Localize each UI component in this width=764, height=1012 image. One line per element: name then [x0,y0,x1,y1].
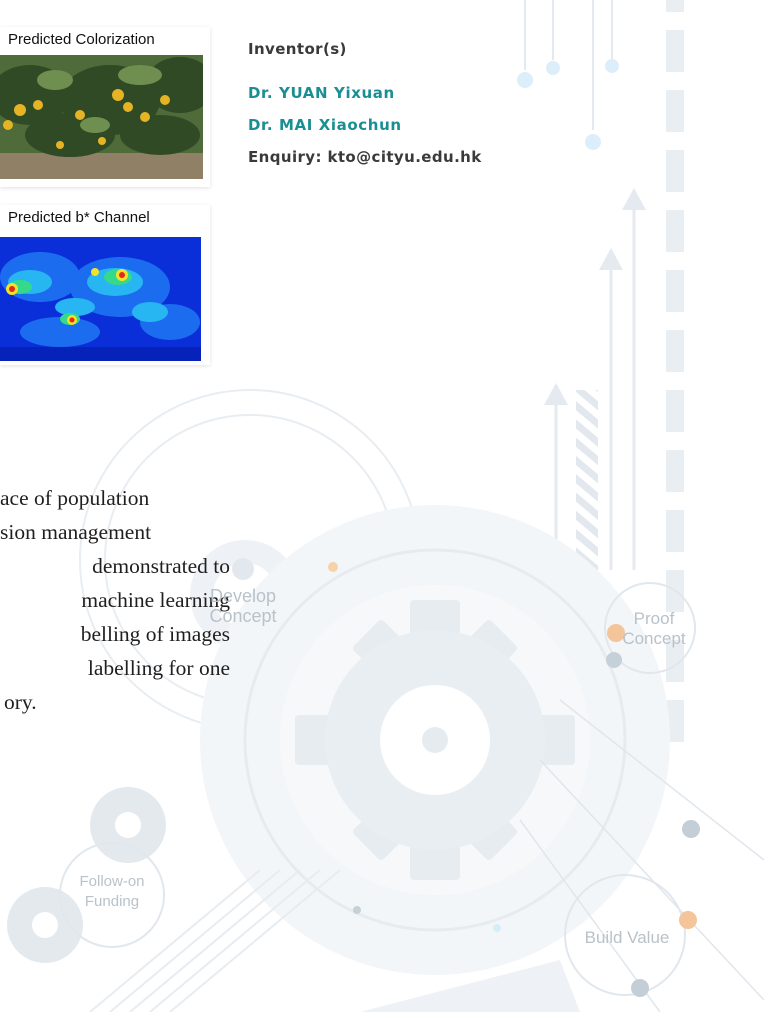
enquiry-contact: Enquiry: kto@cityu.edu.hk [248,148,482,166]
paragraph-line: labelling for one [87,656,230,680]
stage-label-follow-on-funding: Follow-on Funding [79,873,145,910]
top-dots [517,59,619,150]
striped-bar [576,390,598,570]
inventor-name-1: Dr. YUAN Yixuan [248,84,395,102]
stage-label-develop-concept: Develop Concept [209,586,277,626]
paragraph-line: ace of population [0,486,150,510]
inventor-heading: Inventor(s) [248,40,347,58]
heatmap-graphic [0,237,201,361]
figure-colorization-panel: Predicted Colorization [0,27,210,187]
paragraph-line: ory. [4,690,37,714]
inventor-name-2: Dr. MAI Xiaochun [248,116,402,134]
b-channel-heatmap-image [0,237,201,361]
stage-label-build-value: Build Value [584,928,670,947]
figure-caption-colorization: Predicted Colorization [8,31,155,48]
top-lines [524,0,613,130]
paragraph-line: sion management [0,520,152,544]
orchard-image-graphic [0,55,203,179]
figure-caption-bchannel: Predicted b* Channel [8,209,150,226]
paragraph-line: demonstrated to [92,554,230,578]
colorized-orchard-image [0,55,203,179]
stage-label-proof-concept: Proof Concept [622,609,686,648]
gear-central [200,505,670,975]
figure-bchannel-panel: Predicted b* Channel [0,205,210,365]
